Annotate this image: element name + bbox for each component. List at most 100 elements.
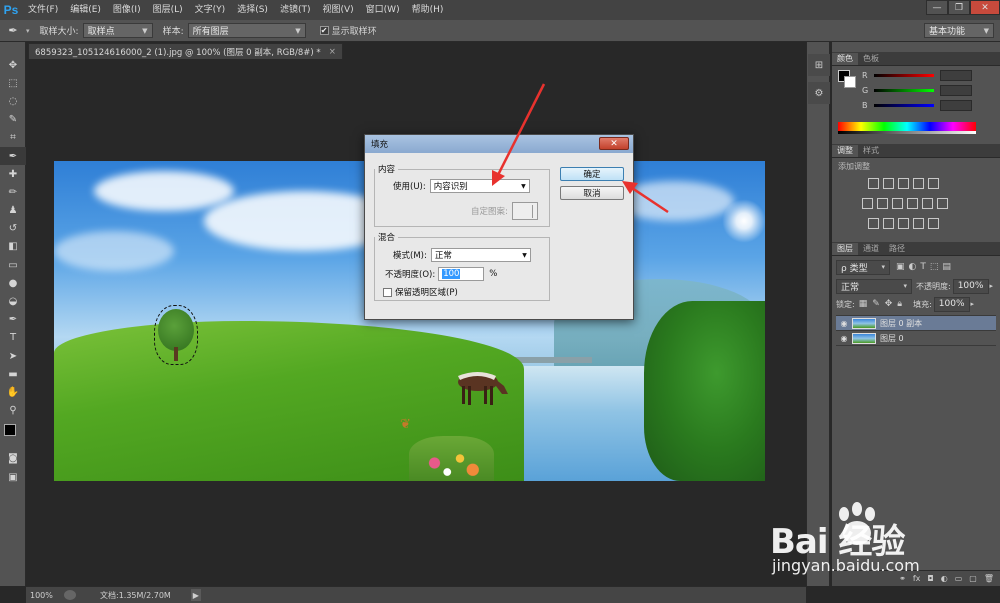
healing-brush-tool-icon[interactable]: ✚ (0, 165, 26, 183)
green-value-field[interactable] (940, 85, 973, 96)
selective-color-icon[interactable] (928, 218, 939, 229)
lock-icons[interactable]: ▦✎✥🔒︎ (859, 299, 907, 309)
brush-tool-icon[interactable]: ✏ (0, 183, 26, 201)
menu-select[interactable]: 选择(S) (231, 0, 274, 20)
history-panel-icon[interactable]: ⊞ (808, 54, 830, 76)
tab-paths[interactable]: 路径 (884, 243, 910, 255)
lasso-tool-icon[interactable]: ◌ (0, 92, 26, 110)
color-swatches[interactable] (0, 420, 25, 450)
eye-icon[interactable]: ◉ (836, 319, 852, 328)
type-tool-icon[interactable]: T (0, 329, 26, 347)
mode-dropdown[interactable]: 正常 ▼ (430, 248, 531, 262)
invert-icon[interactable] (868, 218, 879, 229)
background-color-chip[interactable] (844, 76, 856, 88)
foreground-color-swatch[interactable] (4, 423, 16, 436)
menu-filter[interactable]: 滤镜(T) (274, 0, 317, 20)
crop-tool-icon[interactable]: ⌗ (0, 129, 26, 147)
preserve-transparency-checkbox[interactable] (383, 287, 392, 297)
grayscale-ramp[interactable] (838, 131, 976, 134)
blur-tool-icon[interactable]: ● (0, 274, 26, 292)
gradient-tool-icon[interactable]: ▭ (0, 256, 26, 274)
document-tab[interactable]: 6859323_105124616000_2 (1).jpg @ 100% (图… (28, 43, 343, 59)
eyedropper-tool-icon[interactable]: ✒ (0, 24, 26, 37)
eraser-tool-icon[interactable]: ◧ (0, 238, 26, 256)
menu-window[interactable]: 窗口(W) (360, 0, 406, 20)
green-slider[interactable] (874, 89, 935, 92)
preserve-transparency-row[interactable]: 保留透明区域(P) (383, 286, 458, 298)
dialog-close-button[interactable]: ✕ (599, 137, 629, 150)
layer-filter-icons[interactable]: ▣◐T⬚▤ (896, 262, 955, 272)
use-dropdown[interactable]: 内容识别 ▼ (429, 179, 530, 193)
tab-channels[interactable]: 通道 (858, 243, 884, 255)
quick-select-tool-icon[interactable]: ✎ (0, 111, 26, 129)
menu-type[interactable]: 文字(Y) (189, 0, 232, 20)
quick-mask-icon[interactable]: ◙ (0, 450, 26, 468)
exposure-icon[interactable] (913, 178, 924, 189)
status-info-icon[interactable] (64, 590, 76, 600)
move-tool-icon[interactable]: ✥ (0, 56, 26, 74)
history-brush-tool-icon[interactable]: ↺ (0, 220, 26, 238)
show-sampling-ring-checkbox[interactable]: ✔ 显示取样环 (319, 24, 377, 37)
status-menu-play-icon[interactable]: ▶ (190, 589, 201, 601)
color-spectrum-bar[interactable] (838, 122, 976, 131)
hand-tool-icon[interactable]: ✋ (0, 383, 26, 401)
red-channel-row[interactable]: R (832, 68, 1000, 83)
path-select-tool-icon[interactable]: ➤ (0, 347, 26, 365)
dialog-title-bar[interactable]: 填充 ✕ (365, 135, 633, 153)
menu-image[interactable]: 图像(I) (107, 0, 147, 20)
channel-mixer-icon[interactable] (922, 198, 933, 209)
menu-edit[interactable]: 编辑(E) (64, 0, 107, 20)
zoom-tool-icon[interactable]: ⚲ (0, 402, 26, 420)
layer-row[interactable]: ◉ 图层 0 (836, 331, 996, 346)
tab-layers[interactable]: 图层 (832, 243, 858, 255)
menu-view[interactable]: 视图(V) (316, 0, 359, 20)
hue-saturation-icon[interactable] (862, 198, 873, 209)
layer-filter-dropdown[interactable]: ρ 类型 ▾ (836, 259, 890, 275)
tab-swatches[interactable]: 色板 (858, 53, 884, 65)
green-channel-row[interactable]: G (832, 83, 1000, 98)
zoom-level[interactable]: 100% (30, 591, 64, 600)
screen-mode-icon[interactable]: ▣ (0, 468, 26, 486)
tab-styles[interactable]: 样式 (858, 145, 884, 157)
brightness-contrast-icon[interactable] (868, 178, 879, 189)
opacity-field[interactable]: 100% ▸ (952, 278, 993, 294)
sample-dropdown[interactable]: 所有图层 ▼ (187, 23, 306, 38)
tab-color[interactable]: 颜色 (832, 53, 858, 65)
blue-channel-row[interactable]: B (832, 98, 1000, 113)
restore-button[interactable]: ❐ (948, 0, 970, 15)
close-window-button[interactable]: ✕ (970, 0, 1000, 15)
photo-filter-icon[interactable] (907, 198, 918, 209)
menu-layer[interactable]: 图层(L) (147, 0, 189, 20)
color-balance-icon[interactable] (877, 198, 888, 209)
tab-adjustments[interactable]: 调整 (832, 145, 858, 157)
dialog-opacity-input[interactable]: 100 (438, 267, 485, 281)
posterize-icon[interactable] (883, 218, 894, 229)
red-slider[interactable] (873, 74, 934, 77)
eyedropper-tool-icon[interactable]: ✒ (0, 146, 26, 166)
blue-slider[interactable] (873, 104, 934, 107)
menu-file[interactable]: 文件(F) (22, 0, 64, 20)
pen-tool-icon[interactable]: ✒ (0, 311, 26, 329)
color-lookup-icon[interactable] (937, 198, 948, 209)
cancel-button[interactable]: 取消 (560, 186, 624, 200)
properties-panel-icon[interactable]: ⚙ (808, 82, 830, 104)
black-white-icon[interactable] (892, 198, 903, 209)
eye-icon[interactable]: ◉ (836, 334, 852, 343)
close-tab-icon[interactable]: × (329, 47, 336, 57)
menu-help[interactable]: 帮助(H) (406, 0, 450, 20)
dodge-tool-icon[interactable]: ◒ (0, 292, 26, 310)
sample-size-dropdown[interactable]: 取样点 ▼ (82, 23, 153, 38)
minimize-button[interactable]: — (926, 0, 948, 15)
clone-stamp-tool-icon[interactable]: ♟ (0, 202, 26, 220)
selected-tree[interactable] (154, 305, 198, 365)
custom-pattern-picker[interactable] (511, 202, 538, 220)
workspace-dropdown[interactable]: 基本功能 ▼ (924, 23, 994, 38)
levels-icon[interactable] (883, 178, 894, 189)
marquee-tool-icon[interactable]: ⬚ (0, 74, 26, 92)
shape-tool-icon[interactable]: ▬ (0, 365, 26, 383)
curves-icon[interactable] (898, 178, 909, 189)
gradient-map-icon[interactable] (913, 218, 924, 229)
red-value-field[interactable] (939, 70, 972, 81)
blend-mode-dropdown[interactable]: 正常 ▾ (836, 278, 912, 294)
layer-row[interactable]: ◉ 图层 0 副本 (836, 316, 996, 331)
